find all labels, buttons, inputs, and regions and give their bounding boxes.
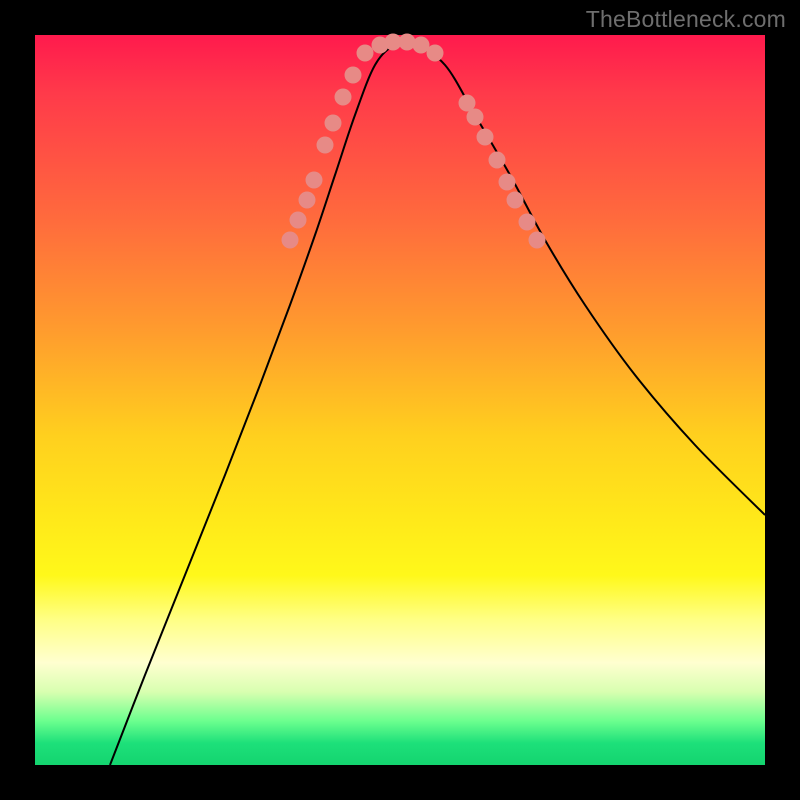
data-marker bbox=[317, 137, 334, 154]
data-marker bbox=[427, 45, 444, 62]
data-marker bbox=[299, 192, 316, 209]
data-marker bbox=[489, 152, 506, 169]
data-marker bbox=[306, 172, 323, 189]
bottleneck-curve bbox=[110, 43, 765, 766]
data-marker bbox=[467, 109, 484, 126]
data-marker bbox=[357, 45, 374, 62]
chart-svg bbox=[35, 35, 765, 765]
data-marker bbox=[399, 34, 416, 51]
data-marker bbox=[325, 115, 342, 132]
data-marker bbox=[519, 214, 536, 231]
data-marker bbox=[282, 232, 299, 249]
data-marker bbox=[477, 129, 494, 146]
curve-line bbox=[110, 43, 765, 766]
data-marker bbox=[290, 212, 307, 229]
data-marker bbox=[345, 67, 362, 84]
plot-area bbox=[35, 35, 765, 765]
chart-frame: TheBottleneck.com bbox=[0, 0, 800, 800]
data-marker bbox=[499, 174, 516, 191]
watermark-text: TheBottleneck.com bbox=[586, 6, 786, 33]
data-marker bbox=[335, 89, 352, 106]
data-marker bbox=[507, 192, 524, 209]
data-marker bbox=[529, 232, 546, 249]
